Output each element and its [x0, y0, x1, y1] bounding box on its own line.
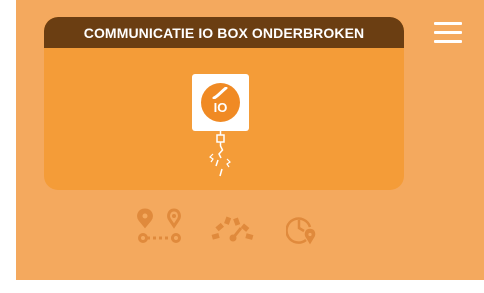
status-card: COMMUNICATIE IO BOX ONDERBROKEN IO — [44, 17, 404, 190]
app-screen: COMMUNICATIE IO BOX ONDERBROKEN IO — [16, 0, 484, 280]
broken-cable-icon — [209, 129, 231, 177]
io-box-icon: IO — [201, 83, 240, 122]
io-box-device: IO — [192, 74, 249, 131]
card-title: COMMUNICATIE IO BOX ONDERBROKEN — [44, 17, 404, 48]
hamburger-menu-button[interactable] — [434, 22, 462, 44]
gauge-icon[interactable] — [211, 214, 255, 244]
swoosh-icon — [212, 87, 228, 99]
clock-location-icon[interactable] — [286, 214, 318, 246]
route-icon[interactable] — [136, 208, 184, 248]
io-label: IO — [213, 100, 228, 115]
